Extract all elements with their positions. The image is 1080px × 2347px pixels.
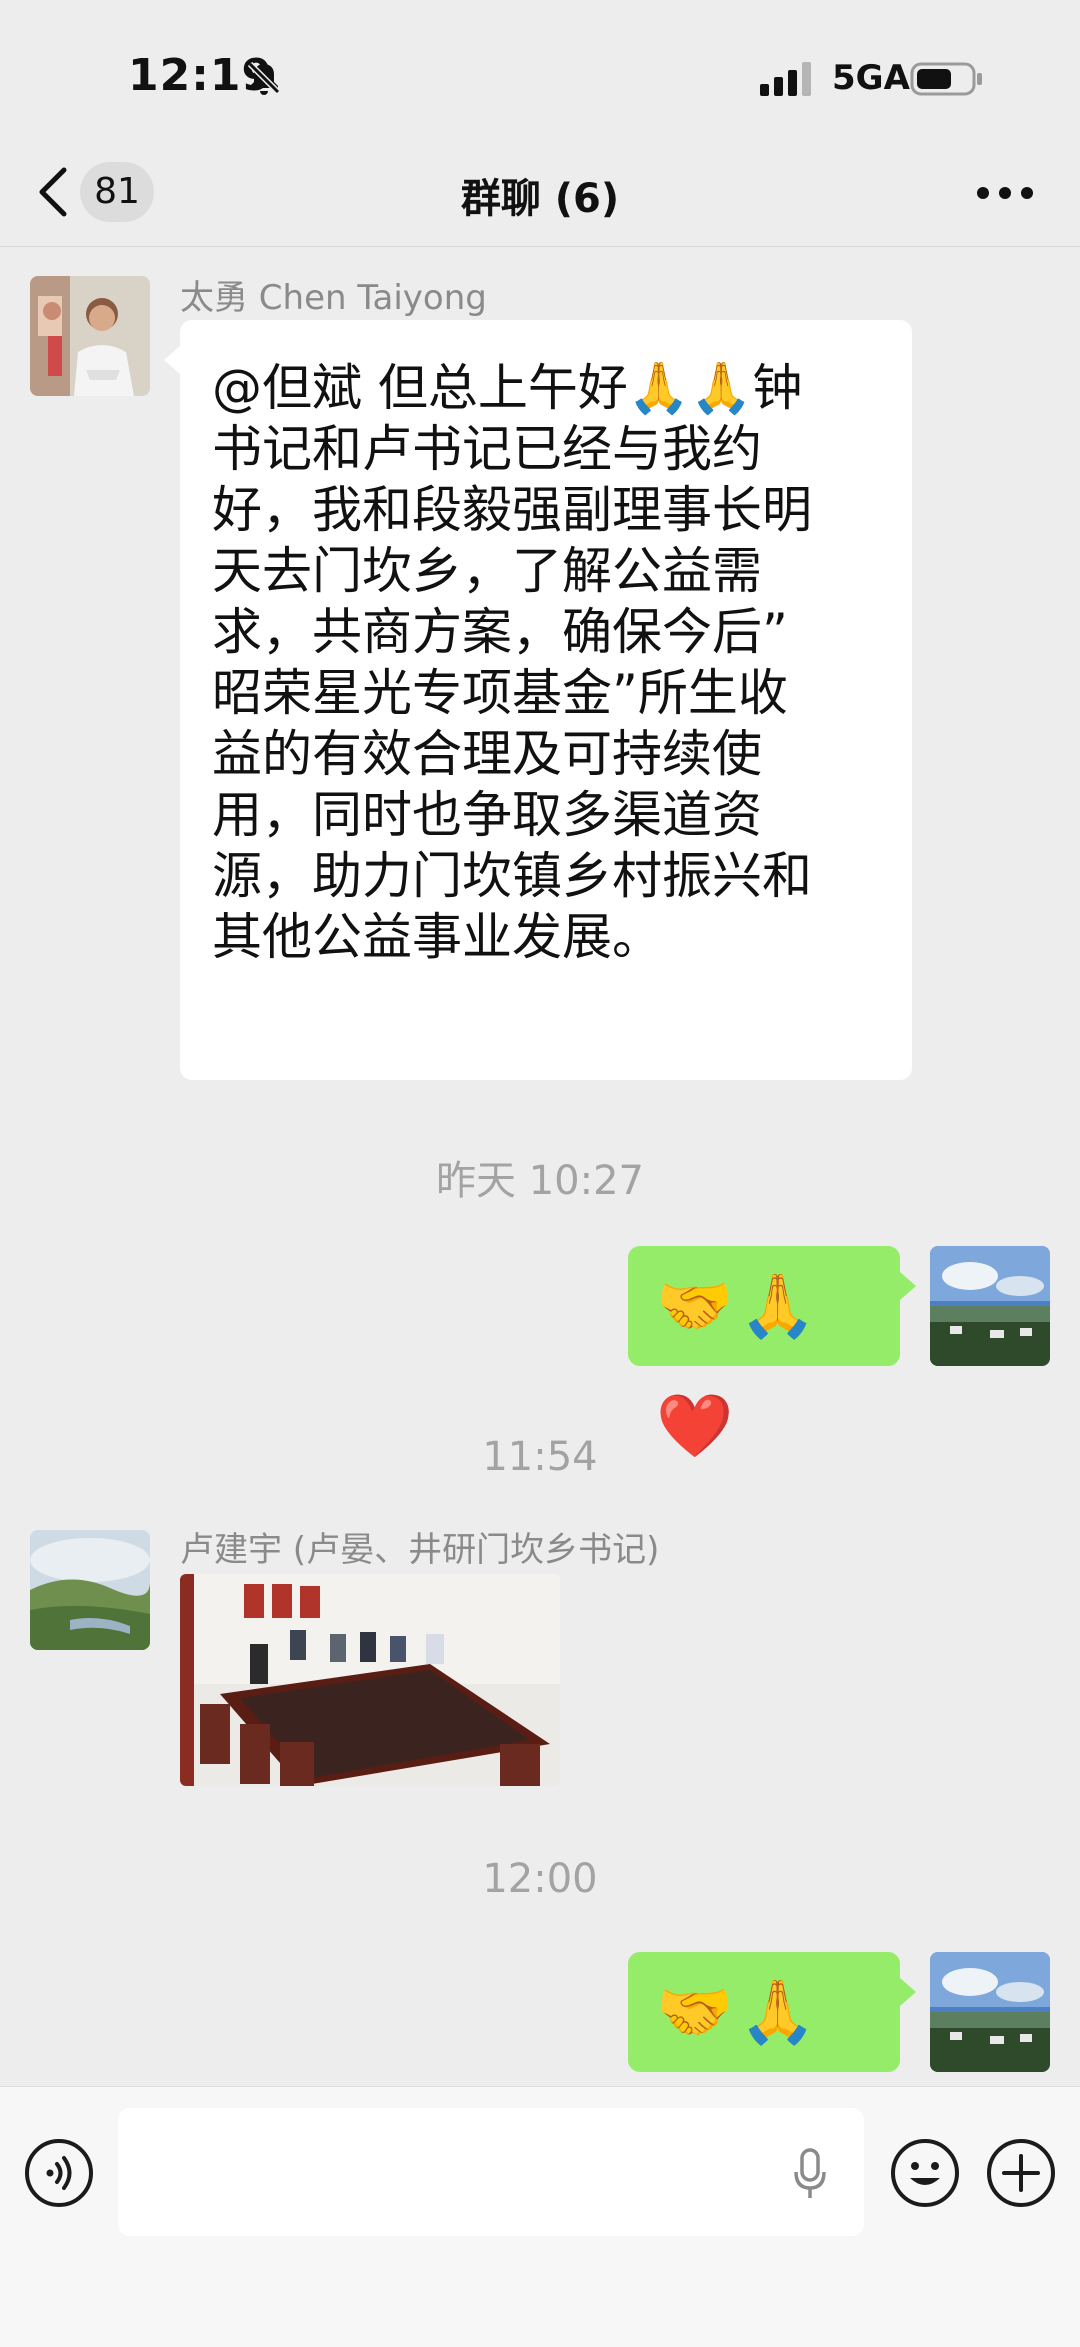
bell-muted-icon xyxy=(247,61,281,95)
battery-icon xyxy=(910,62,982,96)
self-message-bubble[interactable]: 🤝🙏❤️ xyxy=(628,1246,900,1462)
timestamp: 12:00 xyxy=(482,1856,598,1902)
signal-icon xyxy=(760,62,811,96)
more-icon[interactable] xyxy=(976,186,1034,200)
plus-icon[interactable] xyxy=(986,2138,1056,2208)
emoji-icon[interactable] xyxy=(890,2138,960,2208)
meeting-room-photo[interactable] xyxy=(180,1574,560,1786)
avatar-self[interactable] xyxy=(930,1952,1050,2072)
avatar-lu-jianyu[interactable] xyxy=(30,1530,150,1650)
bubble-tail xyxy=(900,1272,916,1300)
voice-icon[interactable] xyxy=(24,2138,94,2208)
timestamp: 昨天 10:27 xyxy=(436,1158,644,1204)
network-type: 5GA xyxy=(832,58,910,98)
sender-name: 卢建宇 (卢晏、井研门坎乡书记) xyxy=(180,1530,660,1570)
self-message-bubble[interactable]: 🤝🙏👍 xyxy=(628,1952,900,2168)
message-text: @但斌 但总上午好🙏🙏钟 书记和卢书记已经与我约 好，我和段毅强副理事长明 天去… xyxy=(212,359,812,966)
chat-title: 群聊 (6) xyxy=(460,176,620,222)
message-input[interactable] xyxy=(118,2108,864,2236)
bubble-tail xyxy=(164,346,180,374)
avatar-taiyong[interactable] xyxy=(30,276,150,396)
avatar-self[interactable] xyxy=(930,1246,1050,1366)
mic-icon[interactable] xyxy=(792,2148,828,2200)
nav-divider xyxy=(0,246,1080,247)
message-bubble[interactable]: @但斌 但总上午好🙏🙏钟 书记和卢书记已经与我约 好，我和段毅强副理事长明 天去… xyxy=(180,320,912,1080)
bubble-tail xyxy=(900,1978,916,2006)
timestamp: 11:54 xyxy=(482,1434,598,1480)
sender-name: 太勇 Chen Taiyong xyxy=(180,278,487,318)
